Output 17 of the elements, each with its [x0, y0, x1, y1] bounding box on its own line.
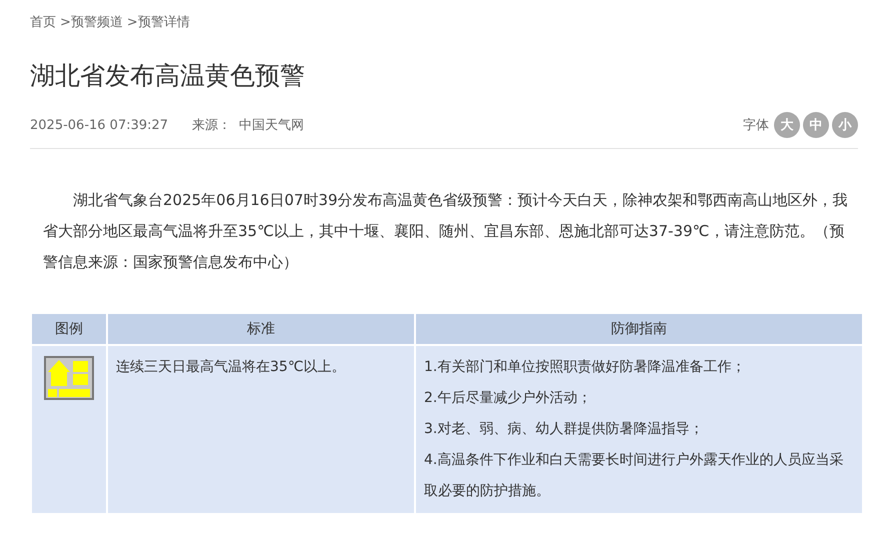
- breadcrumb-link[interactable]: >预警详情: [126, 13, 190, 31]
- guide-item: 1.有关部门和单位按照职责做好防暑降温准备工作；: [424, 358, 746, 377]
- guide-item: 2.午后尽量减少户外活动；: [424, 389, 592, 408]
- article-title: 湖北省发布高温黄色预警: [30, 60, 306, 92]
- guide-item: 4.高温条件下作业和白天需要长时间进行户外露天作业的人员应当采取必要的防护措施。: [424, 451, 844, 501]
- source-label: 来源：: [192, 117, 232, 134]
- publish-time: 2025-06-16 07:39:27: [30, 118, 168, 132]
- table-cell: 连续三天日最高气温将在35℃以上。: [108, 346, 414, 513]
- font-size-label: 字体: [743, 117, 769, 134]
- column-header: 标准: [108, 314, 414, 344]
- article-body: 湖北省气象台2025年06月16日07时39分发布高温黄色省级预警：预计今天白天，除神农架和鄂西南高山地区外，我省大部分地区最高气温将升至35℃以上，其中十堰、襄阳、随州、宜昌东部、恩施北部可达37-39℃，请注意防范。（预警信息来源：国家预警信息发布中心）: [42, 190, 849, 273]
- breadcrumb-link[interactable]: >预警频道: [60, 13, 123, 31]
- guide-item: 3.对老、弱、病、幼人群提供防暑降温指导；: [424, 420, 704, 439]
- column-header: 防御指南: [416, 314, 862, 344]
- column-header: 图例: [32, 314, 106, 344]
- source-name: 中国天气网: [239, 117, 304, 134]
- breadcrumb-link[interactable]: 首页: [30, 13, 56, 31]
